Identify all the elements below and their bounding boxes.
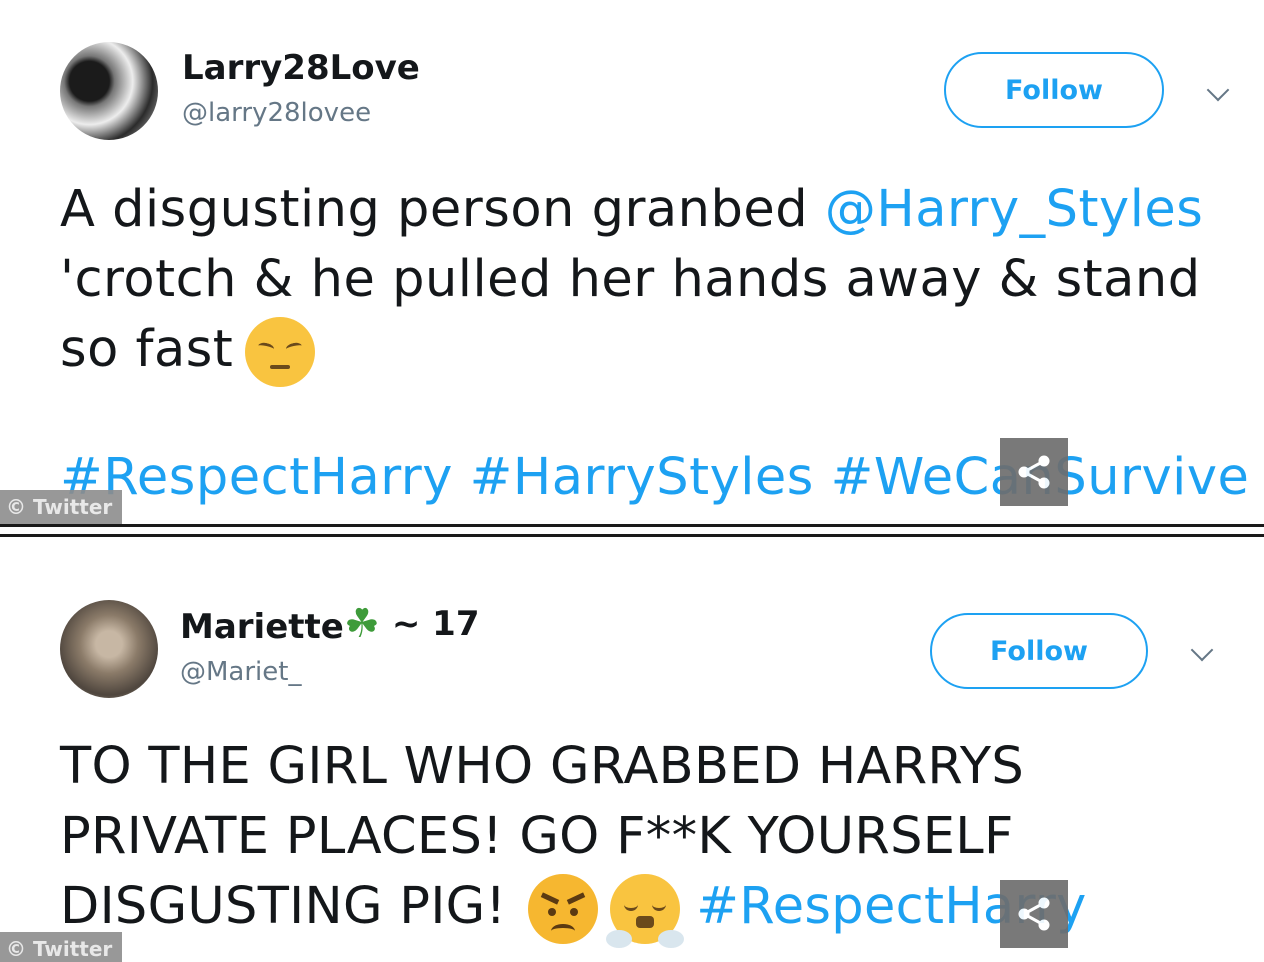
tweet-text-line-3: so fast xyxy=(60,315,1203,387)
share-icon xyxy=(1018,897,1050,931)
tweet-text: TO THE GIRL WHO GRABBED HARRYS PRIVATE P… xyxy=(60,732,1087,948)
tweet-text-line-1: TO THE GIRL WHO GRABBED HARRYS xyxy=(60,737,1025,796)
mention-link[interactable]: @Harry_Styles xyxy=(825,180,1204,239)
share-button[interactable] xyxy=(1000,438,1068,506)
tweet-text-line-2: 'crotch & he pulled her hands away & sta… xyxy=(60,250,1201,309)
angry-face-icon xyxy=(528,874,599,944)
four-leaf-clover-icon: ☘ xyxy=(344,601,380,647)
user-handle[interactable]: @Mariet_ xyxy=(180,657,301,687)
tweet-text-line-2: PRIVATE PLACES! GO F**K YOURSELF xyxy=(60,807,1014,866)
follow-button[interactable]: Follow xyxy=(930,613,1148,689)
display-name[interactable]: Mariette xyxy=(180,607,344,647)
text-segment: DISGUSTING PIG! xyxy=(60,877,507,936)
tweet-text: A disgusting person granbed @Harry_Style… xyxy=(60,175,1203,387)
chevron-down-icon[interactable] xyxy=(1206,78,1230,102)
tweet-text-line-3: DISGUSTING PIG! #RespectHarry xyxy=(60,872,1087,948)
text-segment: so fast xyxy=(60,320,234,379)
user-handle[interactable]: @larry28lovee xyxy=(182,98,371,128)
tweet-text-line-1: A disgusting person granbed @Harry_Style… xyxy=(60,175,1203,245)
share-button[interactable] xyxy=(1000,880,1068,948)
follow-button[interactable]: Follow xyxy=(944,52,1164,128)
chevron-down-icon[interactable] xyxy=(1190,638,1214,662)
avatar[interactable] xyxy=(60,42,158,140)
tweet-card-1: Larry28Love @larry28lovee Follow A disgu… xyxy=(0,0,1264,524)
tweet-card-2: Mariette ☘ ~ 17 @Mariet_ Follow TO THE G… xyxy=(0,540,1264,962)
share-icon xyxy=(1018,455,1050,489)
twitter-watermark: © Twitter xyxy=(0,490,122,524)
twitter-watermark: © Twitter xyxy=(0,932,122,962)
display-name[interactable]: Larry28Love xyxy=(182,48,420,88)
avatar[interactable] xyxy=(60,600,158,698)
name-suffix-text: ~ 17 xyxy=(391,604,480,644)
text-segment: A disgusting person granbed xyxy=(60,180,825,239)
pensive-face-icon xyxy=(245,317,316,387)
face-with-steam-icon xyxy=(606,874,685,948)
name-suffix: ☘ ~ 17 xyxy=(344,604,480,644)
image-divider xyxy=(0,524,1264,540)
hashtag-links[interactable]: #RespectHarry #HarryStyles #WeCanSurvive xyxy=(60,448,1249,507)
